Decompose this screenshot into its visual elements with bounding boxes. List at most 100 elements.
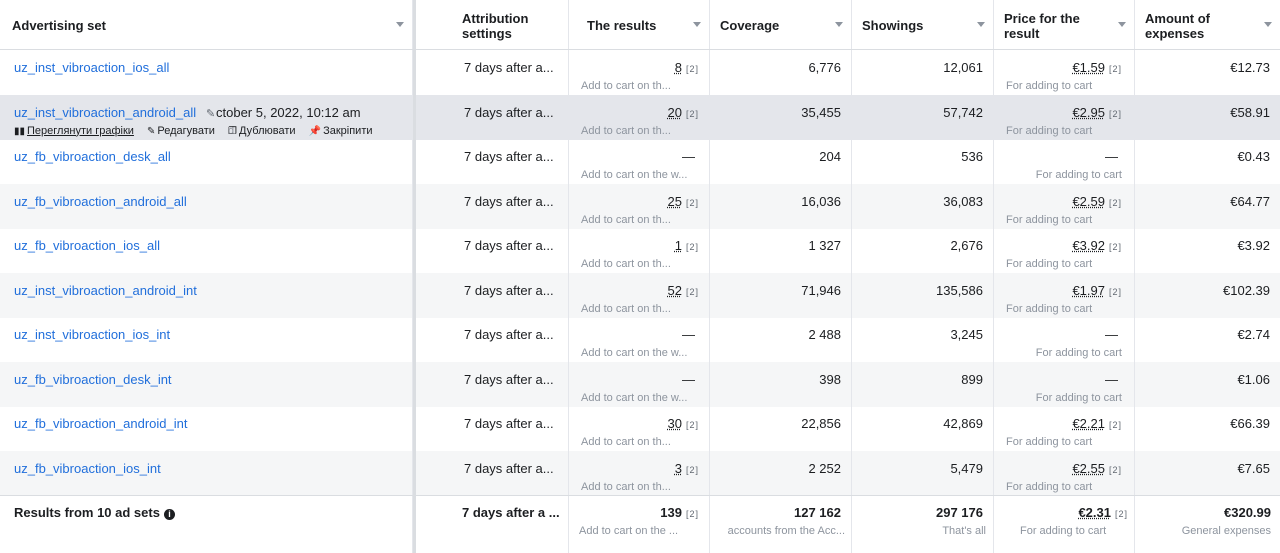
- table-row[interactable]: uz_inst_vibroaction_ios_all 7 days after…: [0, 50, 1280, 95]
- table-row[interactable]: uz_fb_vibroaction_android_int 7 days aft…: [0, 406, 1280, 451]
- coverage-cell: 2 488: [710, 317, 852, 362]
- showings-cell: 5,479: [852, 450, 994, 496]
- ad-set-name-link[interactable]: uz_fb_vibroaction_desk_int: [14, 372, 172, 387]
- showings-value: 5,479: [950, 460, 983, 476]
- attribution-cell: 7 days after a...: [416, 317, 569, 362]
- showings-value: 2,676: [950, 238, 983, 253]
- col-header-showings[interactable]: Showings: [852, 0, 994, 49]
- table-row[interactable]: uz_fb_vibroaction_ios_int 7 days after a…: [0, 450, 1280, 496]
- expenses-value: €7.65: [1237, 460, 1270, 476]
- col-header-coverage[interactable]: Coverage: [710, 0, 852, 49]
- attribution-cell: 7 days after a...: [416, 228, 569, 273]
- attribution-cell: 7 days after a...: [416, 94, 569, 140]
- table-header: Advertising set Attribution settings The…: [0, 0, 1280, 50]
- coverage-cell: 6,776: [710, 50, 852, 95]
- showings-value: 135,586: [936, 282, 983, 298]
- price-cell: — For adding to cart: [994, 317, 1135, 362]
- coverage-cell: 35,455: [710, 94, 852, 140]
- table-row[interactable]: uz_inst_vibroaction_ios_int 7 days after…: [0, 317, 1280, 362]
- attribution-value: 7 days after a...: [464, 371, 554, 387]
- table-row[interactable]: uz_fb_vibroaction_desk_int 7 days after …: [0, 361, 1280, 407]
- ad-set-name-link[interactable]: uz_fb_vibroaction_android_all: [14, 194, 187, 209]
- showings-cell: 36,083: [852, 183, 994, 229]
- sort-chevron-icon[interactable]: [835, 22, 843, 27]
- results-sub: Add to cart on th...: [581, 436, 671, 448]
- price-sub: For adding to cart: [1035, 169, 1122, 181]
- col-header-label: The results: [587, 18, 657, 33]
- coverage-value: 1 327: [808, 238, 841, 253]
- ad-set-name-link[interactable]: uz_inst_vibroaction_ios_all: [14, 60, 169, 75]
- expenses-value: €2.74: [1237, 327, 1270, 342]
- col-header-price[interactable]: Price for the result: [994, 0, 1135, 49]
- pin-button[interactable]: 📌 Закріпити: [309, 125, 373, 137]
- results-cell: 3 [2] Add to cart on th...: [569, 450, 710, 496]
- totals-results-sub: Add to cart on the ...: [579, 525, 679, 537]
- totals-showings: 297 176: [936, 505, 983, 520]
- totals-price-cell: €2.31 [2] For adding to cart: [994, 496, 1135, 553]
- coverage-cell: 71,946: [710, 272, 852, 318]
- ad-set-name-link[interactable]: uz_fb_vibroaction_ios_all: [14, 238, 160, 253]
- ad-set-name-link[interactable]: uz_fb_vibroaction_android_int: [14, 416, 187, 431]
- last-edited-timestamp: ✎ctober 5, 2022, 10:12 am: [206, 104, 361, 120]
- attribution-cell: 7 days after a...: [416, 361, 569, 407]
- expenses-cell: €102.39: [1135, 273, 1280, 318]
- attribution-value: 7 days after a...: [464, 327, 554, 342]
- price-value: €2.55 [2]: [1072, 460, 1122, 476]
- price-sub: For adding to cart: [1006, 80, 1093, 92]
- price-cell: €2.21 [2] For adding to cart: [994, 406, 1135, 451]
- expenses-cell: €58.91: [1135, 95, 1280, 140]
- showings-cell: 135,586: [852, 272, 994, 318]
- col-header-results[interactable]: The results: [569, 0, 710, 49]
- results-sub: Add to cart on th...: [581, 258, 671, 270]
- col-header-attribution[interactable]: Attribution settings: [416, 0, 569, 49]
- showings-cell: 3,245: [852, 317, 994, 362]
- coverage-cell: 204: [710, 139, 852, 184]
- coverage-value: 2 252: [808, 460, 841, 476]
- ad-set-name-link[interactable]: uz_inst_vibroaction_ios_int: [14, 327, 170, 342]
- ad-set-name-link[interactable]: uz_fb_vibroaction_desk_all: [14, 149, 171, 164]
- showings-cell: 57,742: [852, 94, 994, 140]
- results-cell: — Add to cart on the w...: [569, 317, 710, 362]
- sort-chevron-icon[interactable]: [396, 22, 404, 27]
- info-icon[interactable]: i: [163, 509, 175, 520]
- duplicate-button[interactable]: ❐ Дублювати: [228, 125, 296, 137]
- totals-coverage-sub: accounts from the Acc...: [727, 525, 845, 537]
- attribution-value: 7 days after a...: [464, 149, 554, 164]
- sort-chevron-icon[interactable]: [977, 22, 985, 27]
- sort-chevron-icon[interactable]: [693, 22, 701, 27]
- showings-cell: 2,676: [852, 228, 994, 273]
- ad-set-name-link[interactable]: uz_inst_vibroaction_android_all: [14, 105, 196, 120]
- coverage-value: 398: [819, 371, 841, 387]
- table-row[interactable]: uz_fb_vibroaction_android_all 7 days aft…: [0, 183, 1280, 229]
- col-header-label: Advertising set: [12, 18, 106, 33]
- price-sub: For adding to cart: [1035, 391, 1122, 404]
- expenses-cell: €1.06: [1135, 362, 1280, 407]
- showings-value: 899: [961, 371, 983, 387]
- table-row[interactable]: uz_fb_vibroaction_ios_all 7 days after a…: [0, 228, 1280, 273]
- price-sub: For adding to cart: [1006, 124, 1093, 137]
- col-header-ad-set[interactable]: Advertising set: [0, 0, 413, 49]
- coverage-value: 16,036: [801, 193, 841, 209]
- results-cell: — Add to cart on the w...: [569, 139, 710, 184]
- results-value: 3 [2]: [674, 460, 699, 476]
- col-header-expenses[interactable]: Amount of expenses: [1135, 0, 1280, 49]
- coverage-value: 22,856: [801, 416, 841, 431]
- ad-sets-table: Advertising set Attribution settings The…: [0, 0, 1280, 553]
- expenses-value: €0.43: [1237, 149, 1270, 164]
- view-charts-button[interactable]: ▮▮ Переглянути графіки: [14, 125, 134, 137]
- table-row[interactable]: uz_inst_vibroaction_android_all ✎ctober …: [0, 94, 1280, 140]
- ad-set-name-link[interactable]: uz_fb_vibroaction_ios_int: [14, 461, 161, 476]
- expenses-value: €1.06: [1237, 371, 1270, 387]
- table-row[interactable]: uz_inst_vibroaction_android_int 7 days a…: [0, 272, 1280, 318]
- sort-chevron-icon[interactable]: [1264, 22, 1272, 27]
- expenses-value: €58.91: [1230, 104, 1270, 120]
- table-row[interactable]: uz_fb_vibroaction_desk_all 7 days after …: [0, 139, 1280, 184]
- sort-chevron-icon[interactable]: [1118, 22, 1126, 27]
- pencil-icon: ✎: [147, 125, 156, 137]
- edit-button[interactable]: ✎ Редагувати: [147, 125, 215, 137]
- results-cell: 52 [2] Add to cart on th...: [569, 272, 710, 318]
- ad-set-name-link[interactable]: uz_inst_vibroaction_android_int: [14, 283, 197, 298]
- results-sub: Add to cart on th...: [581, 480, 671, 493]
- coverage-value: 6,776: [808, 60, 841, 75]
- results-value: 8 [2]: [674, 60, 699, 75]
